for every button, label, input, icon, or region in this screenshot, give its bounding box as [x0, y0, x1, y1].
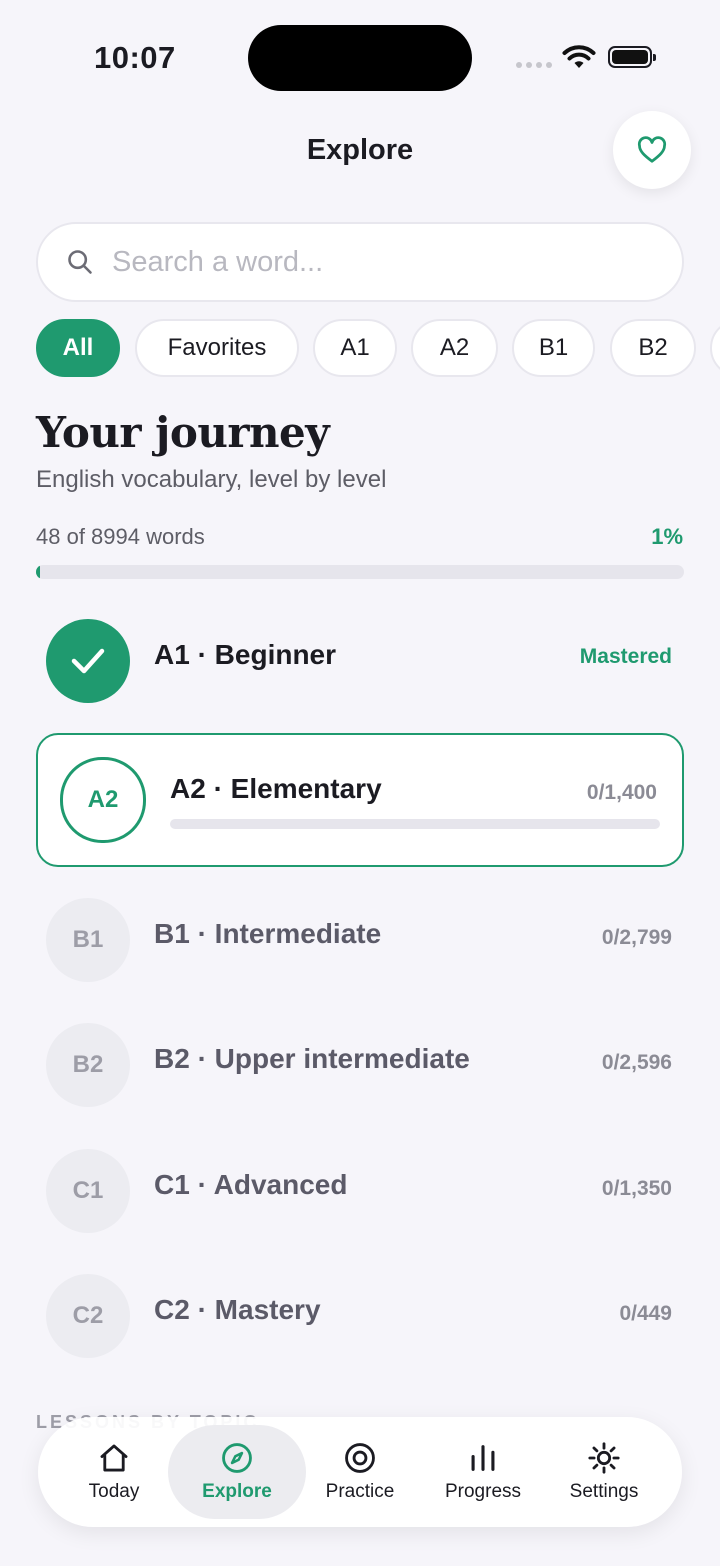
level-status: Mastered [579, 645, 672, 668]
search-bar[interactable] [36, 222, 684, 302]
gear-icon [588, 1442, 620, 1474]
status-bar: 10:07 [0, 0, 720, 110]
tab-bar: Today Explore Practice Progress Settings [38, 1417, 682, 1527]
level-row-c1[interactable]: C1 C1 · Advanced 0/1,350 [36, 1141, 684, 1241]
level-row-b2[interactable]: B2 B2 · Upper intermediate 0/2,596 [36, 1015, 684, 1115]
level-badge-a2: A2 [60, 757, 146, 843]
filter-chip-a1[interactable]: A1 [313, 319, 397, 377]
level-name: C2 · Mastery [154, 1294, 321, 1325]
level-count: 0/449 [619, 1302, 672, 1325]
tab-settings[interactable]: Settings [542, 1425, 666, 1519]
heart-icon [637, 136, 667, 163]
wifi-icon [562, 45, 596, 68]
tab-label: Practice [325, 1481, 395, 1502]
level-progress-bar [170, 819, 660, 829]
level-badge-c2: C2 [46, 1274, 130, 1358]
dynamic-island [248, 25, 472, 91]
tab-practice[interactable]: Practice [298, 1425, 422, 1519]
journey-subtitle: English vocabulary, level by level [36, 466, 387, 493]
level-name: B2 · Upper intermediate [154, 1043, 470, 1074]
journey-progress-bar [36, 565, 684, 579]
level-count: 0/1,400 [586, 781, 657, 804]
filter-chips: All Favorites A1 A2 B1 B2 [36, 319, 720, 379]
level-row-b1[interactable]: B1 B1 · Intermediate 0/2,799 [36, 890, 684, 990]
status-time: 10:07 [94, 40, 176, 75]
level-badge-c1: C1 [46, 1149, 130, 1233]
filter-chip-favorites[interactable]: Favorites [135, 319, 299, 377]
filter-chip-a2[interactable]: A2 [411, 319, 498, 377]
level-badge-b2: B2 [46, 1023, 130, 1107]
level-count: 0/2,799 [601, 926, 672, 949]
home-icon [100, 1444, 128, 1472]
tab-label: Today [88, 1481, 140, 1502]
filter-chip-overflow[interactable] [710, 319, 720, 377]
level-badge-b1: B1 [46, 898, 130, 982]
battery-icon [608, 46, 656, 68]
search-input[interactable] [112, 245, 632, 279]
level-name: B1 · Intermediate [154, 918, 382, 949]
checkmark-icon [71, 648, 105, 674]
compass-icon [222, 1443, 252, 1473]
level-row-a2[interactable]: A2 A2 · Elementary 0/1,400 [36, 733, 684, 867]
favorites-button[interactable] [613, 111, 691, 189]
cellular-signal-icon [516, 62, 552, 68]
search-icon [68, 250, 92, 274]
level-badge-a1 [46, 619, 130, 703]
words-count: 48 of 8994 words [36, 524, 205, 549]
progress-percent: 1% [651, 524, 683, 549]
tab-label: Settings [569, 1481, 639, 1502]
level-row-a1[interactable]: A1 · Beginner Mastered [36, 611, 684, 711]
journey-progress-fill [36, 565, 40, 579]
filter-chip-b1[interactable]: B1 [512, 319, 595, 377]
level-count: 0/2,596 [601, 1051, 672, 1074]
tab-label: Progress [444, 1481, 522, 1502]
level-name: A1 · Beginner [154, 639, 337, 670]
target-icon [345, 1443, 375, 1473]
filter-chip-b2[interactable]: B2 [610, 319, 696, 377]
tab-progress[interactable]: Progress [421, 1425, 545, 1519]
tab-label: Explore [202, 1481, 272, 1502]
filter-chip-all[interactable]: All [36, 319, 120, 377]
bar-chart-icon [471, 1445, 495, 1471]
level-name: A2 · Elementary [170, 773, 382, 804]
tab-explore[interactable]: Explore [168, 1425, 306, 1519]
level-count: 0/1,350 [601, 1177, 672, 1200]
page-title: Explore [306, 134, 414, 166]
level-name: C1 · Advanced [154, 1169, 348, 1200]
journey-title: Your journey [36, 408, 330, 457]
level-row-c2[interactable]: C2 C2 · Mastery 0/449 [36, 1266, 684, 1366]
tab-today[interactable]: Today [52, 1425, 176, 1519]
